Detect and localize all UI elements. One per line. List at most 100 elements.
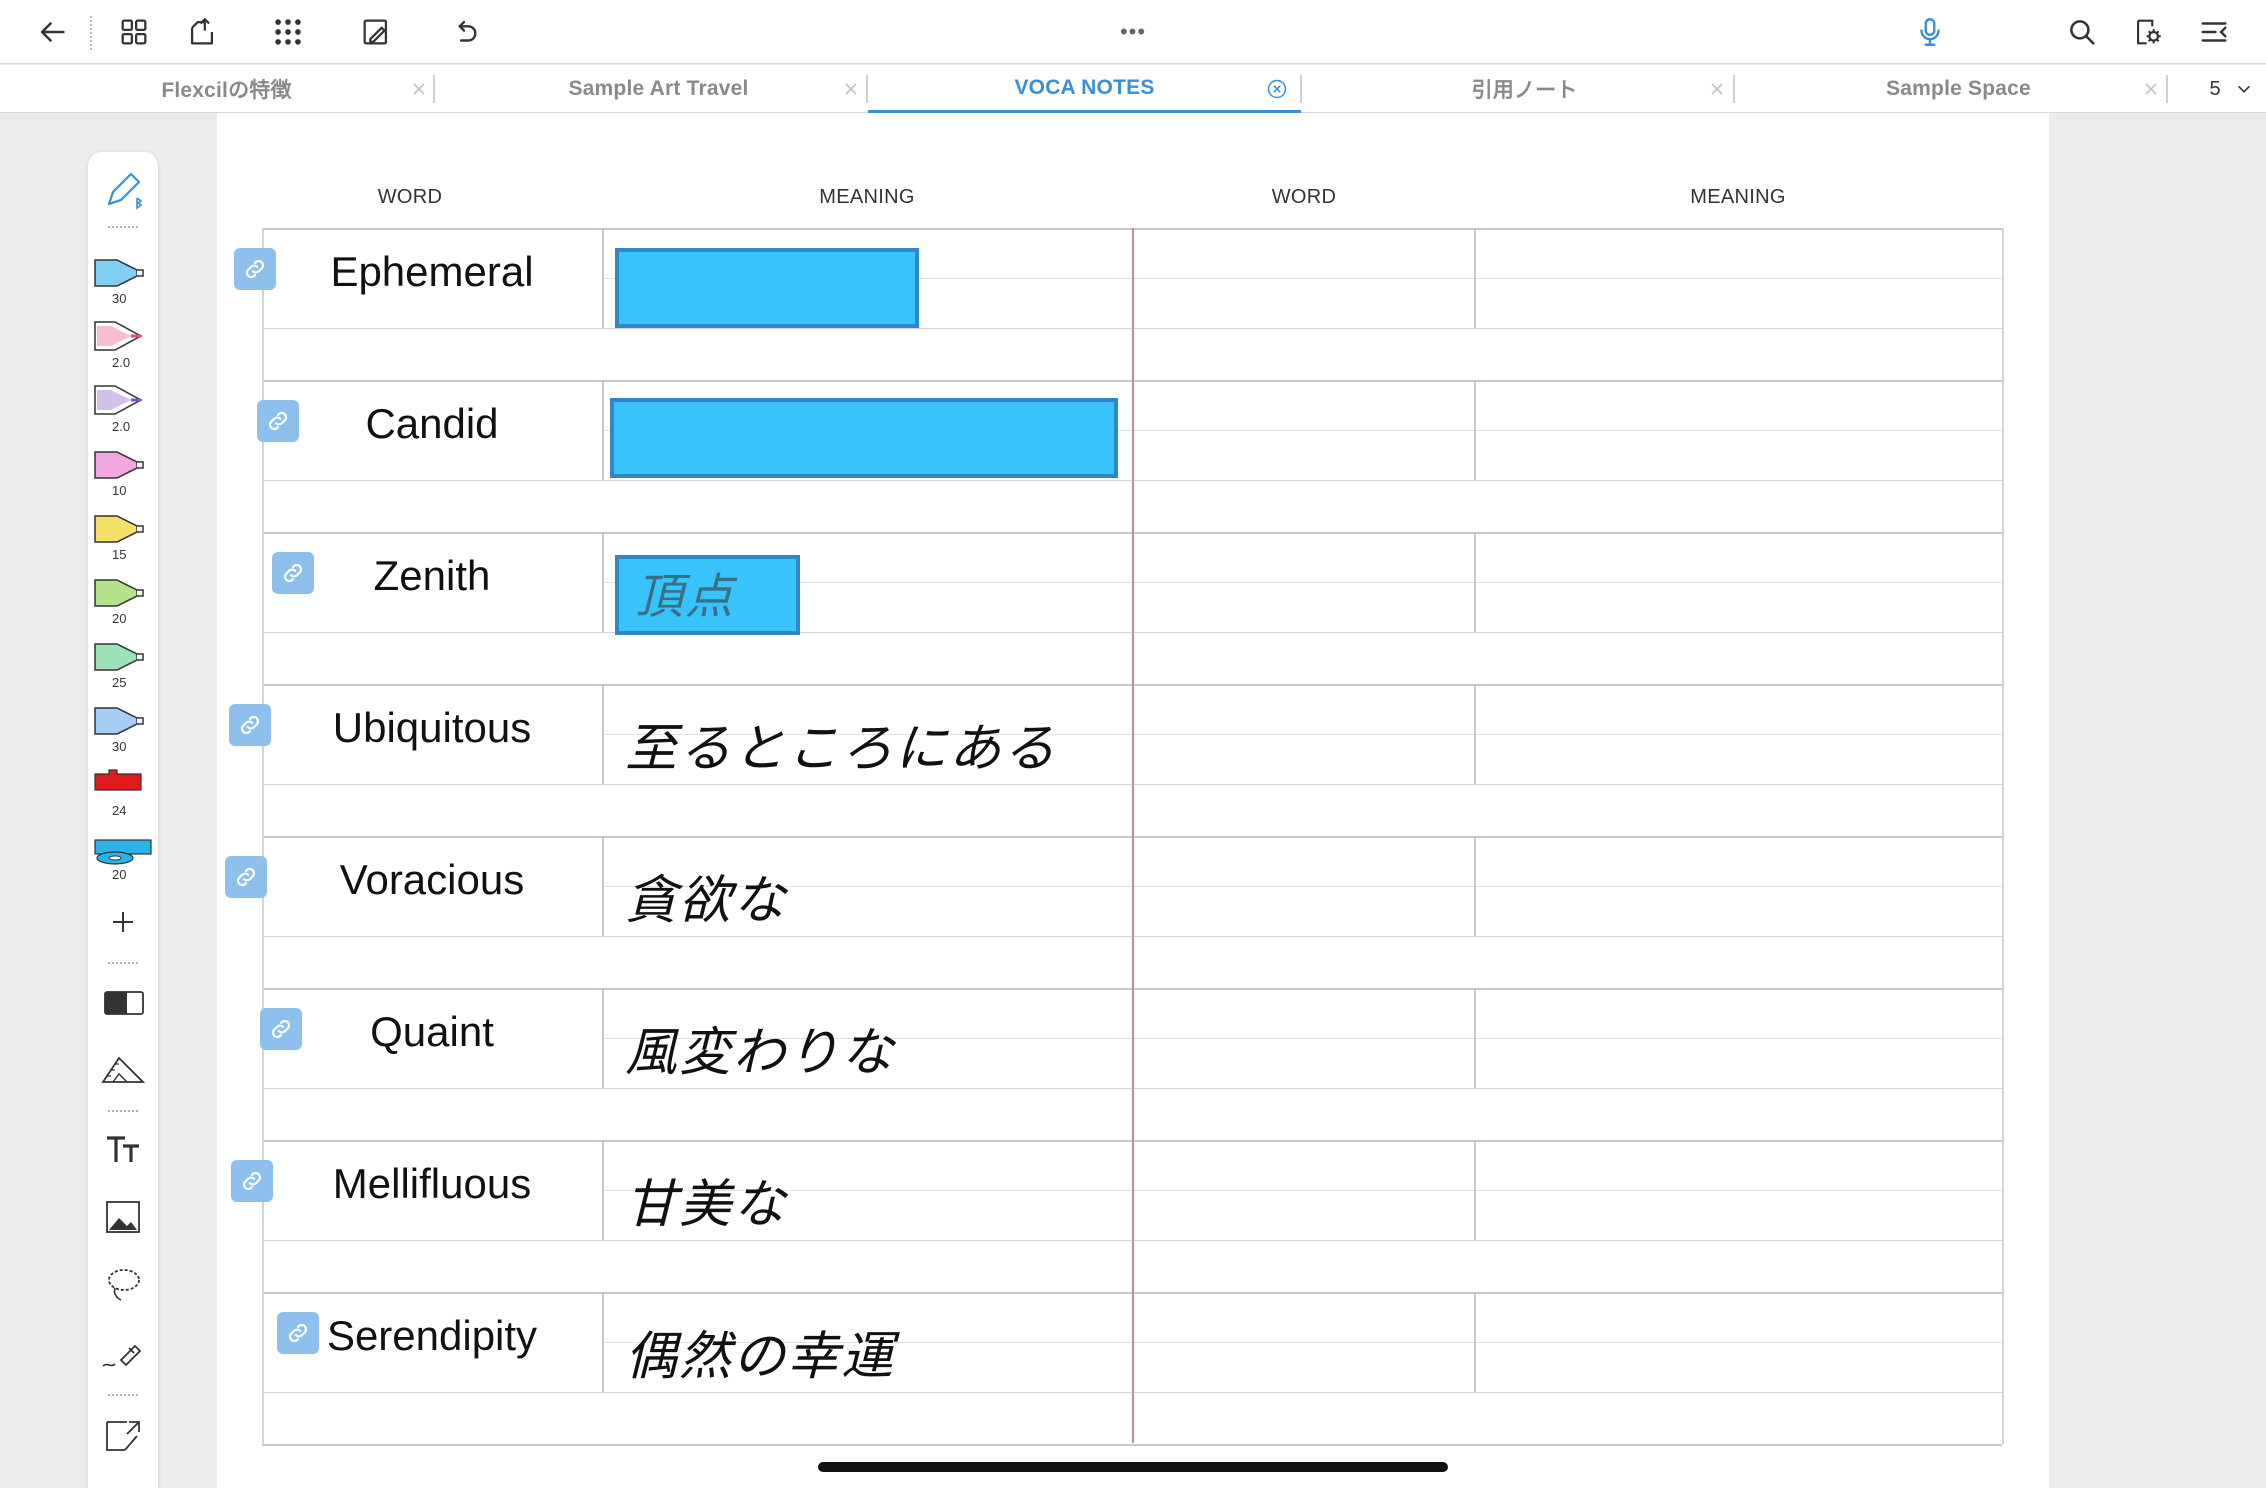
tab-sample-art-travel[interactable]: Sample Art Travel <box>442 65 875 113</box>
pen-pink[interactable]: 2.0 <box>88 312 158 372</box>
text-tool[interactable] <box>88 1120 158 1180</box>
palette-separator <box>108 962 138 964</box>
tab-close-button[interactable] <box>1705 77 1729 101</box>
handwritten-meaning: 至るところにある <box>625 719 1058 779</box>
home-indicator[interactable] <box>818 1462 1448 1472</box>
handwritten-meaning: 風変わりな <box>625 1023 896 1083</box>
smart-pen-tool[interactable] <box>88 1324 158 1384</box>
column-divider <box>602 532 604 632</box>
column-divider <box>602 1292 604 1392</box>
tool-size-label: 25 <box>112 675 127 690</box>
tool-size-label: 30 <box>112 739 127 754</box>
tab-flexcil-features[interactable]: Flexcilの特徴 <box>10 65 443 113</box>
column-divider <box>602 228 604 328</box>
tab-count-dropdown[interactable]: 5 <box>2196 65 2266 113</box>
tool-size-label: 20 <box>112 867 127 882</box>
more-button[interactable]: ••• <box>1113 12 1153 52</box>
page-link-tool[interactable] <box>88 1406 158 1466</box>
tab-bar: Flexcilの特徴 Sample Art Travel VOCA NOTES … <box>0 65 2266 113</box>
highlighter-sky[interactable]: 30 <box>88 696 158 756</box>
notebook-page[interactable]: WORD MEANING WORD MEANING Ephemeral Candi… <box>217 113 2049 1488</box>
tape-red[interactable]: 24 <box>88 760 158 820</box>
text-icon <box>107 1136 139 1162</box>
page-gear-icon <box>2137 19 2161 45</box>
undo-icon <box>458 20 477 42</box>
center-margin-line <box>1132 228 1134 1443</box>
answer-mask[interactable] <box>615 248 919 328</box>
writing-guide-line <box>1132 1190 2002 1191</box>
search-button[interactable] <box>2062 12 2102 52</box>
image-tool[interactable] <box>88 1188 158 1248</box>
annotation-toggle-button[interactable] <box>356 12 396 52</box>
image-icon <box>106 1201 140 1233</box>
link-badge[interactable] <box>225 856 267 898</box>
tab-close-button[interactable] <box>1265 77 1289 101</box>
column-divider <box>1474 1140 1476 1240</box>
column-divider <box>1474 228 1476 328</box>
tab-label: Sample Space <box>1886 77 2031 100</box>
link-icon <box>236 867 256 887</box>
pen-settings-tool[interactable] <box>88 160 158 220</box>
tab-sample-space[interactable]: Sample Space <box>1742 65 2175 113</box>
tab-count: 5 <box>2209 77 2221 100</box>
column-divider <box>1474 684 1476 784</box>
column-divider <box>602 380 604 480</box>
microphone-button[interactable] <box>1910 12 1950 52</box>
handwritten-meaning: 貪欲な <box>625 871 788 931</box>
undo-button[interactable] <box>444 12 484 52</box>
tab-close-button[interactable] <box>407 77 431 101</box>
close-circle-icon <box>1267 79 1287 99</box>
tab-citation-note[interactable]: 引用ノート <box>1308 65 1741 113</box>
answer-mask[interactable] <box>610 398 1118 478</box>
ruler-tool[interactable] <box>88 1040 158 1100</box>
tab-voca-notes[interactable]: VOCA NOTES <box>868 65 1301 113</box>
column-divider <box>1474 380 1476 480</box>
eraser-icon <box>104 991 144 1015</box>
side-panel-button[interactable] <box>2194 12 2234 52</box>
toolbar-separator <box>90 16 92 50</box>
palette-separator <box>108 1110 138 1112</box>
close-icon <box>845 83 857 95</box>
vocab-word: Serendipity <box>326 1312 538 1359</box>
tool-size-label: 2.0 <box>112 355 131 370</box>
tool-size-label: 2.0 <box>112 419 131 434</box>
highlighter-green[interactable]: 20 <box>88 568 158 628</box>
column-header-meaning: MEANING <box>1690 186 1786 208</box>
eraser-tool[interactable] <box>88 972 158 1032</box>
tab-label: VOCA NOTES <box>1014 75 1155 99</box>
page-pen-icon <box>363 19 388 45</box>
add-tool-button[interactable] <box>88 892 158 952</box>
highlighter-yellow[interactable]: 15 <box>88 504 158 564</box>
thumbnails-button[interactable] <box>114 12 154 52</box>
column-divider <box>1474 1292 1476 1392</box>
back-button[interactable] <box>32 12 72 52</box>
row-divider <box>262 1444 2002 1446</box>
export-button[interactable] <box>182 12 222 52</box>
highlighter-light-blue[interactable]: 30 <box>88 248 158 308</box>
page-arrow-icon <box>106 1421 140 1451</box>
apps-button[interactable] <box>268 12 308 52</box>
tape-roll-blue[interactable]: 20 <box>88 824 158 884</box>
vocab-word: Ubiquitous <box>332 704 532 751</box>
tab-close-button[interactable] <box>839 77 863 101</box>
highlighter-pink[interactable]: 10 <box>88 440 158 500</box>
vocab-word: Ephemeral <box>330 248 534 295</box>
tab-separator <box>433 75 435 103</box>
column-divider <box>602 836 604 936</box>
column-header-meaning: MEANING <box>819 186 915 208</box>
lasso-tool[interactable] <box>88 1256 158 1316</box>
writing-guide-line <box>1132 734 2002 735</box>
outer-border-right <box>2002 228 2004 1444</box>
wand-pen-icon <box>102 1344 142 1367</box>
highlighter-mint[interactable]: 25 <box>88 632 158 692</box>
tab-close-button[interactable] <box>2139 77 2163 101</box>
handwritten-meaning: 偶然の幸運 <box>625 1327 896 1387</box>
vocab-word: Quaint <box>370 1008 494 1055</box>
close-icon <box>413 83 425 95</box>
column-divider <box>1474 836 1476 936</box>
document-settings-button[interactable] <box>2128 12 2168 52</box>
pen-purple[interactable]: 2.0 <box>88 376 158 436</box>
close-icon <box>1711 83 1723 95</box>
close-icon <box>2145 83 2157 95</box>
microphone-icon <box>1920 18 1940 46</box>
